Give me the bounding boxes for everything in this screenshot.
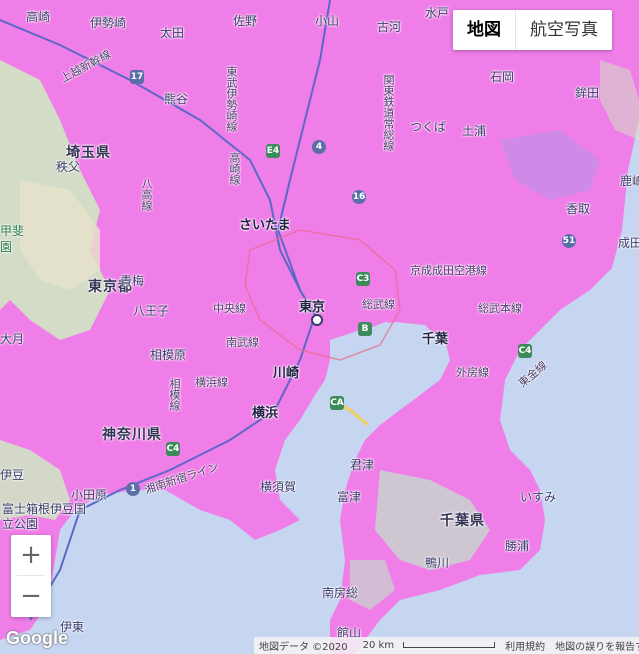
label-kamogawa: 鴨川 <box>425 556 450 570</box>
label-sagami-line: 相模線 <box>168 378 181 411</box>
label-isumi: いすみ <box>520 490 557 504</box>
label-en: 園 <box>0 240 13 254</box>
route-51: 51 <box>562 234 576 248</box>
google-logo[interactable]: Google <box>6 628 68 649</box>
label-hachioji: 八王子 <box>133 304 170 318</box>
label-yokosuka: 横須賀 <box>260 480 297 494</box>
route-e4: E4 <box>266 144 280 158</box>
route-16: 16 <box>352 190 366 204</box>
label-ishioka: 石岡 <box>490 70 515 84</box>
label-izu: 伊豆 <box>0 468 25 482</box>
report-error-link[interactable]: 地図の誤りを報告する <box>550 638 639 653</box>
map-canvas[interactable] <box>0 0 639 654</box>
label-kashima: 鹿嶋 <box>620 174 639 188</box>
label-ota: 太田 <box>160 26 185 40</box>
zoom-out-button[interactable]: − <box>11 576 51 616</box>
route-ca: CA <box>330 396 344 410</box>
label-kimitsu: 君津 <box>350 458 375 472</box>
label-tokyo: 東京 <box>299 300 326 315</box>
terms-link[interactable]: 利用規約 <box>500 638 550 653</box>
zoom-in-button[interactable]: + <box>11 535 51 575</box>
label-katori: 香取 <box>566 202 591 216</box>
label-kai: 甲斐 <box>0 224 25 238</box>
map-data-attribution: 地図データ ©2020 <box>259 642 348 653</box>
label-tsuchiura: 土浦 <box>462 124 487 138</box>
label-takasaki: 高崎 <box>26 10 51 24</box>
label-odawara: 小田原 <box>71 488 108 502</box>
route-c3: C3 <box>356 272 370 286</box>
scale-label: 20 km <box>362 640 395 651</box>
label-otsuki: 大月 <box>0 332 25 346</box>
label-tobu-isesaki: 東武伊勢崎線 <box>225 66 238 132</box>
label-saitama-city: さいたま <box>239 218 291 233</box>
route-c4-west: C4 <box>166 442 180 456</box>
route-b: B <box>358 322 372 336</box>
label-kanto-railway: 関東鉄道常総線 <box>382 74 395 151</box>
scale-indicator[interactable]: 20 km <box>353 640 500 651</box>
label-sobu-line: 総武線 <box>362 298 395 311</box>
label-hokota: 鉾田 <box>575 86 600 100</box>
route-17: 17 <box>130 70 144 84</box>
label-chiba-ken: 千葉県 <box>440 513 485 529</box>
label-katsuura: 勝浦 <box>505 539 530 553</box>
label-sobu-main: 総武本線 <box>478 302 522 315</box>
scale-bar <box>403 642 496 648</box>
label-yokohama: 横浜 <box>252 406 279 421</box>
label-mito: 水戸 <box>425 6 450 20</box>
label-keisei-narita: 京成成田空港線 <box>410 264 487 277</box>
label-sotobo-line: 外房線 <box>456 366 489 379</box>
label-hachiko-line: 八高線 <box>140 178 153 211</box>
label-futtsu: 富津 <box>337 490 362 504</box>
route-c4-east: C4 <box>518 344 532 358</box>
label-chichibu: 秩父 <box>56 160 81 174</box>
tab-map[interactable]: 地図 <box>453 10 516 50</box>
route-4: 4 <box>312 140 326 154</box>
label-nambu-line: 南武線 <box>226 336 259 349</box>
label-chuo-line: 中央線 <box>213 302 246 315</box>
label-ome: 青梅 <box>120 274 145 288</box>
label-sano: 佐野 <box>233 14 258 28</box>
route-1: 1 <box>126 482 140 496</box>
label-koga: 古河 <box>377 20 402 34</box>
tokyo-station-marker <box>311 314 323 326</box>
label-takasaki-line: 高崎線 <box>228 152 241 185</box>
tab-satellite[interactable]: 航空写真 <box>516 10 612 50</box>
label-tsukuba: つくば <box>410 120 447 134</box>
label-kanagawa: 神奈川県 <box>102 427 162 443</box>
zoom-control: + − <box>11 535 51 617</box>
map-footer: 地図データ ©2020 20 km 利用規約 地図の誤りを報告する <box>254 637 639 654</box>
label-oyama: 小山 <box>315 14 340 28</box>
label-narita: 成田 <box>618 236 639 250</box>
label-sagamihara: 相模原 <box>150 348 187 362</box>
label-isesaki: 伊勢崎 <box>90 16 127 30</box>
label-yokohama-line: 横浜線 <box>195 376 228 389</box>
label-chiba: 千葉 <box>422 332 449 347</box>
map-type-control: 地図 航空写真 <box>453 10 612 50</box>
label-kawasaki: 川崎 <box>273 366 300 381</box>
label-minamiboso: 南房総 <box>322 586 359 600</box>
label-kumagaya: 熊谷 <box>164 92 189 106</box>
label-fuji-hakone-izu: 富士箱根伊豆国立公園 <box>2 502 87 531</box>
